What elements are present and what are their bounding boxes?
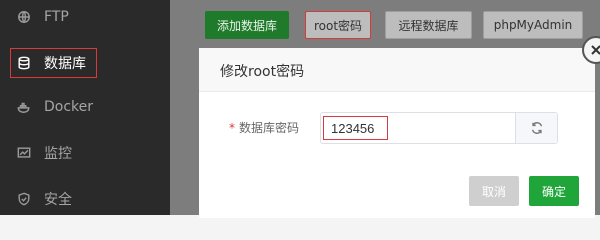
sidebar-item-label: FTP (44, 9, 69, 25)
dialog-header: 修改root密码 (199, 48, 595, 92)
remote-database-label: 远程数据库 (398, 18, 459, 33)
add-database-button[interactable]: 添加数据库 (205, 11, 289, 39)
root-password-dialog: 修改root密码 * 数据库密码 123456 取消 确定 (199, 48, 595, 218)
password-label-text: 数据库密码 (239, 121, 300, 135)
docker-icon (16, 99, 32, 115)
phpmyadmin-button[interactable]: phpMyAdmin (483, 11, 583, 39)
cancel-label: 取消 (481, 184, 506, 199)
root-password-button[interactable]: root密码 (305, 11, 371, 39)
sidebar-item-monitor[interactable]: 监控 (0, 130, 170, 176)
cancel-button[interactable]: 取消 (469, 176, 519, 206)
sidebar-item-ftp[interactable]: FTP (0, 0, 170, 40)
add-database-label: 添加数据库 (216, 18, 277, 33)
shield-icon (16, 191, 32, 207)
root-password-label: root密码 (313, 18, 363, 33)
sidebar-item-label: Docker (44, 99, 94, 115)
monitor-icon (16, 145, 32, 161)
confirm-button[interactable]: 确定 (529, 176, 579, 206)
sidebar-item-label: 监控 (44, 146, 72, 162)
password-field-label: * 数据库密码 (229, 119, 299, 136)
generate-password-button[interactable] (515, 113, 557, 143)
required-mark: * (229, 121, 235, 135)
password-input[interactable]: 123456 (320, 112, 558, 144)
sidebar-item-docker[interactable]: Docker (0, 84, 170, 130)
phpmyadmin-label: phpMyAdmin (493, 18, 573, 32)
sidebar-item-label: 安全 (44, 192, 72, 208)
refresh-icon (531, 122, 542, 134)
confirm-label: 确定 (541, 184, 566, 199)
remote-database-button[interactable]: 远程数据库 (385, 11, 472, 39)
selection-highlight (10, 48, 97, 78)
dialog-title: 修改root密码 (220, 64, 305, 80)
sidebar: FTP 数据库 Docker 监控 安全 (0, 0, 170, 215)
close-icon (591, 45, 600, 55)
value-highlight (323, 116, 388, 140)
sidebar-item-security[interactable]: 安全 (0, 176, 170, 222)
ftp-icon (16, 9, 32, 25)
